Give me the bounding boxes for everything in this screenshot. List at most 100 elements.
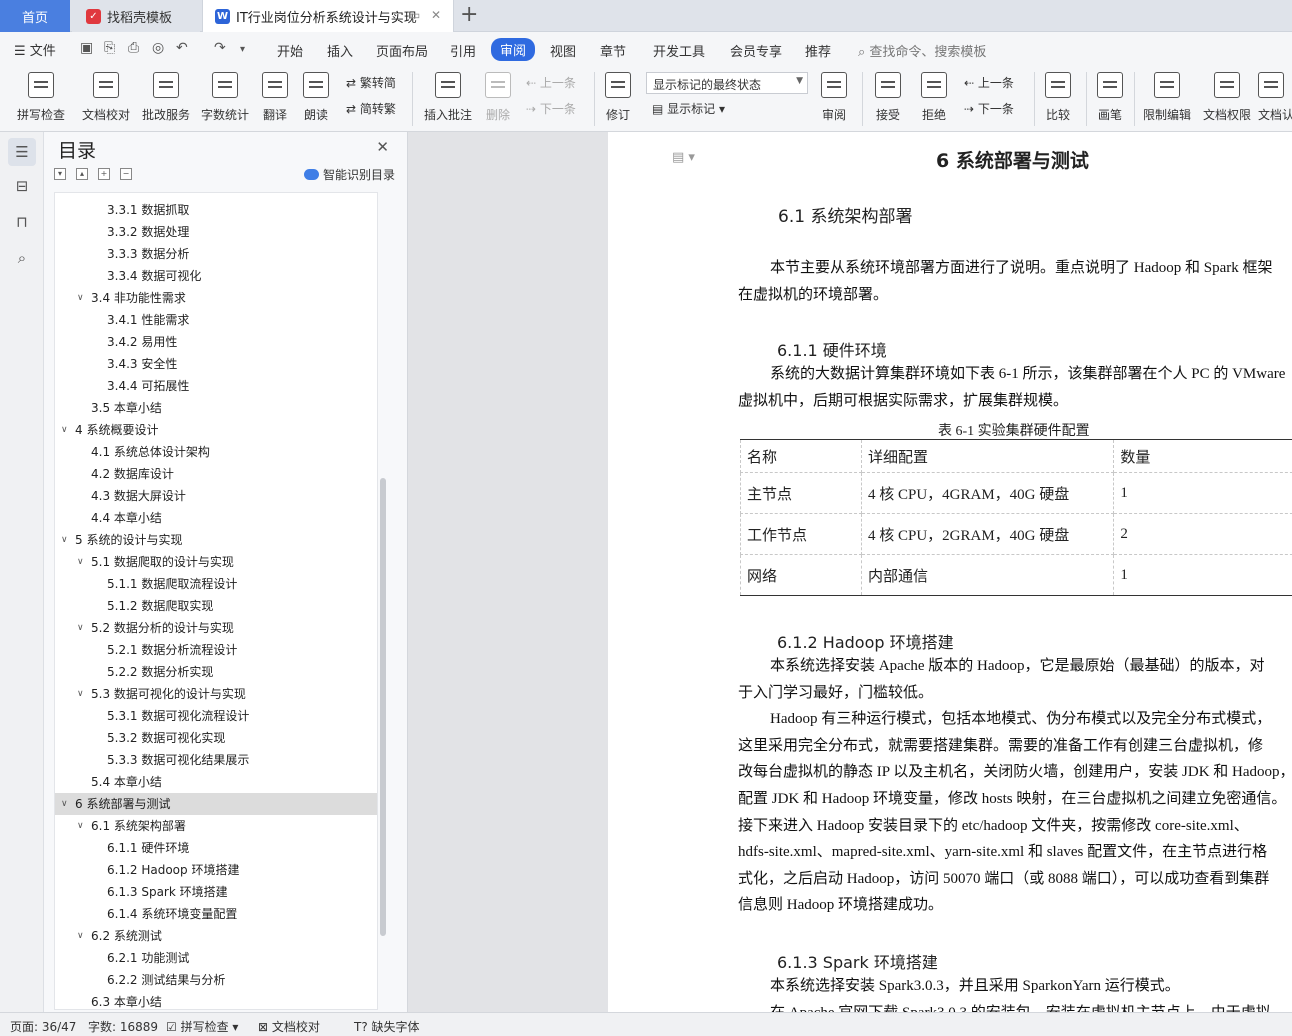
new-tab-icon[interactable]: + (460, 2, 478, 27)
toc-item[interactable]: 4.2 数据库设计 (55, 463, 377, 485)
toc-item[interactable]: 6.2.2 测试结果与分析 (55, 969, 377, 991)
collapse-all-icon[interactable]: ▾ (54, 168, 66, 180)
close-icon[interactable]: ✕ (376, 138, 389, 156)
toc-item[interactable]: 5.1.2 数据爬取实现 (55, 595, 377, 617)
delete-comment-button[interactable]: 删除 (480, 66, 516, 132)
chevron-down-icon[interactable]: ∨ (61, 793, 68, 815)
menu-chapter[interactable]: 章节 (600, 41, 626, 60)
add-heading-icon[interactable]: + (98, 168, 110, 180)
menu-reference[interactable]: 引用 (450, 41, 476, 60)
toc-scrollbar[interactable] (380, 478, 386, 936)
toc-item[interactable]: 5.3.3 数据可视化结果展示 (55, 749, 377, 771)
toc-item[interactable]: 3.3.3 数据分析 (55, 243, 377, 265)
translate-button[interactable]: 翻译 (256, 66, 294, 132)
next-comment-button[interactable]: ⇢ 下一条 (526, 100, 576, 117)
menu-recommend[interactable]: 推荐 (805, 41, 831, 60)
redo-icon[interactable]: ↷ (214, 40, 226, 56)
tab-template[interactable]: ✓ 找稻壳模板 (72, 0, 200, 32)
spell-check-button[interactable]: 拼写检查 (10, 66, 72, 132)
toc-item[interactable]: ∨ 5 系统的设计与实现 (55, 529, 377, 551)
remove-heading-icon[interactable]: − (120, 168, 132, 180)
toc-item[interactable]: 3.4.2 易用性 (55, 331, 377, 353)
menu-view[interactable]: 视图 (550, 41, 576, 60)
accept-button[interactable]: 接受 (870, 66, 906, 132)
chevron-down-icon[interactable]: ∨ (77, 617, 84, 639)
chevron-down-icon[interactable]: ∨ (61, 529, 68, 551)
simp-to-trad-button[interactable]: ⇄ 简转繁 (346, 100, 396, 117)
tab-home[interactable]: 首页 (0, 0, 70, 32)
chevron-down-icon[interactable]: ∨ (77, 551, 84, 573)
menu-start[interactable]: 开始 (277, 41, 303, 60)
toc-item[interactable]: 3.5 本章小结 (55, 397, 377, 419)
file-menu[interactable]: ☰ 文件 (14, 40, 56, 59)
chevron-down-icon[interactable]: ∨ (77, 287, 84, 309)
command-search[interactable]: ⌕ 查找命令、搜索模板 (858, 41, 986, 60)
prev-change-button[interactable]: ⇠ 上一条 (964, 74, 1014, 91)
toc-item[interactable]: 5.2.2 数据分析实现 (55, 661, 377, 683)
chevron-down-icon[interactable]: ∨ (77, 683, 84, 705)
toc-item[interactable]: 3.3.2 数据处理 (55, 221, 377, 243)
prev-comment-button[interactable]: ⇠ 上一条 (526, 74, 576, 91)
spell-check-status[interactable]: ☑ 拼写检查 ▾ (166, 1018, 238, 1035)
toc-item[interactable]: ∨ 6.1 系统架构部署 (55, 815, 377, 837)
toc-item[interactable]: ∨ 5.2 数据分析的设计与实现 (55, 617, 377, 639)
preview-icon[interactable]: ◎ (152, 40, 164, 56)
tab-monitor-icon[interactable]: ▭ (409, 8, 420, 22)
toc-item[interactable]: 4.3 数据大屏设计 (55, 485, 377, 507)
compare-button[interactable]: 比较 (1040, 66, 1076, 132)
toc-item[interactable]: 3.3.4 数据可视化 (55, 265, 377, 287)
toc-item[interactable]: 3.4.1 性能需求 (55, 309, 377, 331)
doc-cert-button[interactable]: 文档认 (1258, 66, 1292, 132)
read-aloud-button[interactable]: 朗读 (298, 66, 334, 132)
save-icon[interactable]: ▣ (80, 40, 93, 56)
bookmark-icon[interactable]: ⊓ (8, 208, 36, 236)
toc-item[interactable]: 4.4 本章小结 (55, 507, 377, 529)
toc-item[interactable]: ∨ 6 系统部署与测试 (55, 793, 377, 815)
toc-item[interactable]: 3.3.1 数据抓取 (55, 199, 377, 221)
menu-insert[interactable]: 插入 (327, 41, 353, 60)
toc-item[interactable]: 5.3.1 数据可视化流程设计 (55, 705, 377, 727)
batch-service-button[interactable]: 批改服务 (138, 66, 194, 132)
show-markup-button[interactable]: ▤ 显示标记 ▾ (652, 100, 725, 117)
expand-up-icon[interactable]: ▴ (76, 168, 88, 180)
page-menu-icon[interactable]: ▤ ▾ (672, 150, 695, 165)
search-icon[interactable]: ⌕ (8, 244, 36, 272)
word-count-button[interactable]: 字数统计 (198, 66, 252, 132)
undo-icon[interactable]: ↶ (176, 40, 188, 56)
tab-document[interactable]: W IT行业岗位分析系统设计与实现 ▭ ✕ (202, 0, 454, 32)
restrict-edit-button[interactable]: 限制编辑 (1140, 66, 1194, 132)
track-changes-button[interactable]: 修订 (600, 66, 636, 132)
toc-item[interactable]: 6.1.1 硬件环境 (55, 837, 377, 859)
toc-item[interactable]: 5.1.1 数据爬取流程设计 (55, 573, 377, 595)
proofread-button[interactable]: 文档校对 (78, 66, 134, 132)
tab-close-icon[interactable]: ✕ (431, 8, 441, 22)
menu-devtools[interactable]: 开发工具 (653, 41, 705, 60)
export-pdf-icon[interactable]: ⎘ (104, 40, 115, 56)
menu-layout[interactable]: 页面布局 (376, 41, 428, 60)
review-pane-button[interactable]: 审阅 (816, 66, 852, 132)
missing-font-status[interactable]: T? 缺失字体 (354, 1018, 420, 1035)
toc-item[interactable]: 5.4 本章小结 (55, 771, 377, 793)
markup-state-select[interactable]: 显示标记的最终状态 ▼ (646, 72, 808, 94)
toc-item[interactable]: ∨ 3.4 非功能性需求 (55, 287, 377, 309)
chevron-down-icon[interactable]: ∨ (77, 925, 84, 947)
toc-item[interactable]: 6.1.3 Spark 环境搭建 (55, 881, 377, 903)
toc-item[interactable]: 5.3.2 数据可视化实现 (55, 727, 377, 749)
toc-item[interactable]: ∨ 5.1 数据爬取的设计与实现 (55, 551, 377, 573)
word-count-status[interactable]: 字数: 16889 (88, 1018, 158, 1035)
document-page[interactable]: ▤ ▾ 6 系统部署与测试 6.1 系统架构部署 本节主要从系统环境部署方面进行… (608, 132, 1292, 1012)
doc-rights-button[interactable]: 文档权限 (1200, 66, 1254, 132)
toc-item[interactable]: 5.2.1 数据分析流程设计 (55, 639, 377, 661)
toc-item[interactable]: 3.4.4 可拓展性 (55, 375, 377, 397)
proofread-status[interactable]: ⊠ 文档校对 (258, 1018, 320, 1035)
toc-item[interactable]: 4.1 系统总体设计架构 (55, 441, 377, 463)
toc-item[interactable]: 3.4.3 安全性 (55, 353, 377, 375)
print-icon[interactable]: ⎙ (128, 40, 139, 56)
insert-comment-button[interactable]: 插入批注 (422, 66, 474, 132)
quick-more-icon[interactable]: ▾ (240, 44, 245, 55)
page-indicator[interactable]: 页面: 36/47 (10, 1018, 76, 1035)
toc-item[interactable]: 6.1.2 Hadoop 环境搭建 (55, 859, 377, 881)
toc-item[interactable]: ∨ 6.2 系统测试 (55, 925, 377, 947)
next-change-button[interactable]: ⇢ 下一条 (964, 100, 1014, 117)
chapter-nav-icon[interactable]: ⊟ (8, 172, 36, 200)
